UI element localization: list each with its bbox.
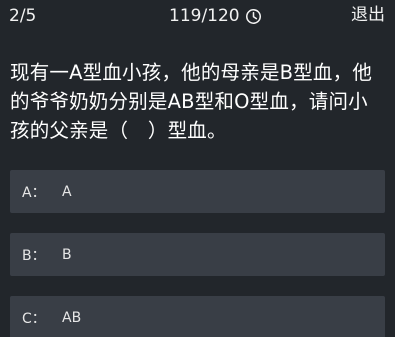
question-text: 现有一A型血小孩，他的母亲是B型血，他的爷爷奶奶分别是AB型和O型血，请问小孩的… — [10, 61, 373, 142]
exit-button[interactable]: 退出 — [351, 4, 385, 26]
clock-icon — [245, 8, 262, 25]
question-progress: 2/5 — [9, 6, 37, 26]
option-letter: C： — [22, 310, 46, 327]
option-text: AB — [62, 309, 82, 326]
option-text: A — [62, 183, 72, 200]
top-bar: 2/5 119/120 退出 — [0, 0, 395, 34]
timer: 119/120 — [169, 5, 262, 27]
timer-text: 119/120 — [169, 6, 240, 26]
option-b[interactable]: B： B — [10, 233, 385, 276]
option-letter: A： — [22, 184, 46, 201]
option-letter: B： — [22, 247, 46, 264]
option-a[interactable]: A： A — [10, 170, 385, 213]
option-text: B — [62, 246, 72, 263]
quiz-screen: 2/5 119/120 退出 现有一A型血小孩，他的母亲是B型血，他的爷爷奶奶分… — [0, 0, 395, 337]
option-c[interactable]: C： AB — [10, 296, 385, 337]
